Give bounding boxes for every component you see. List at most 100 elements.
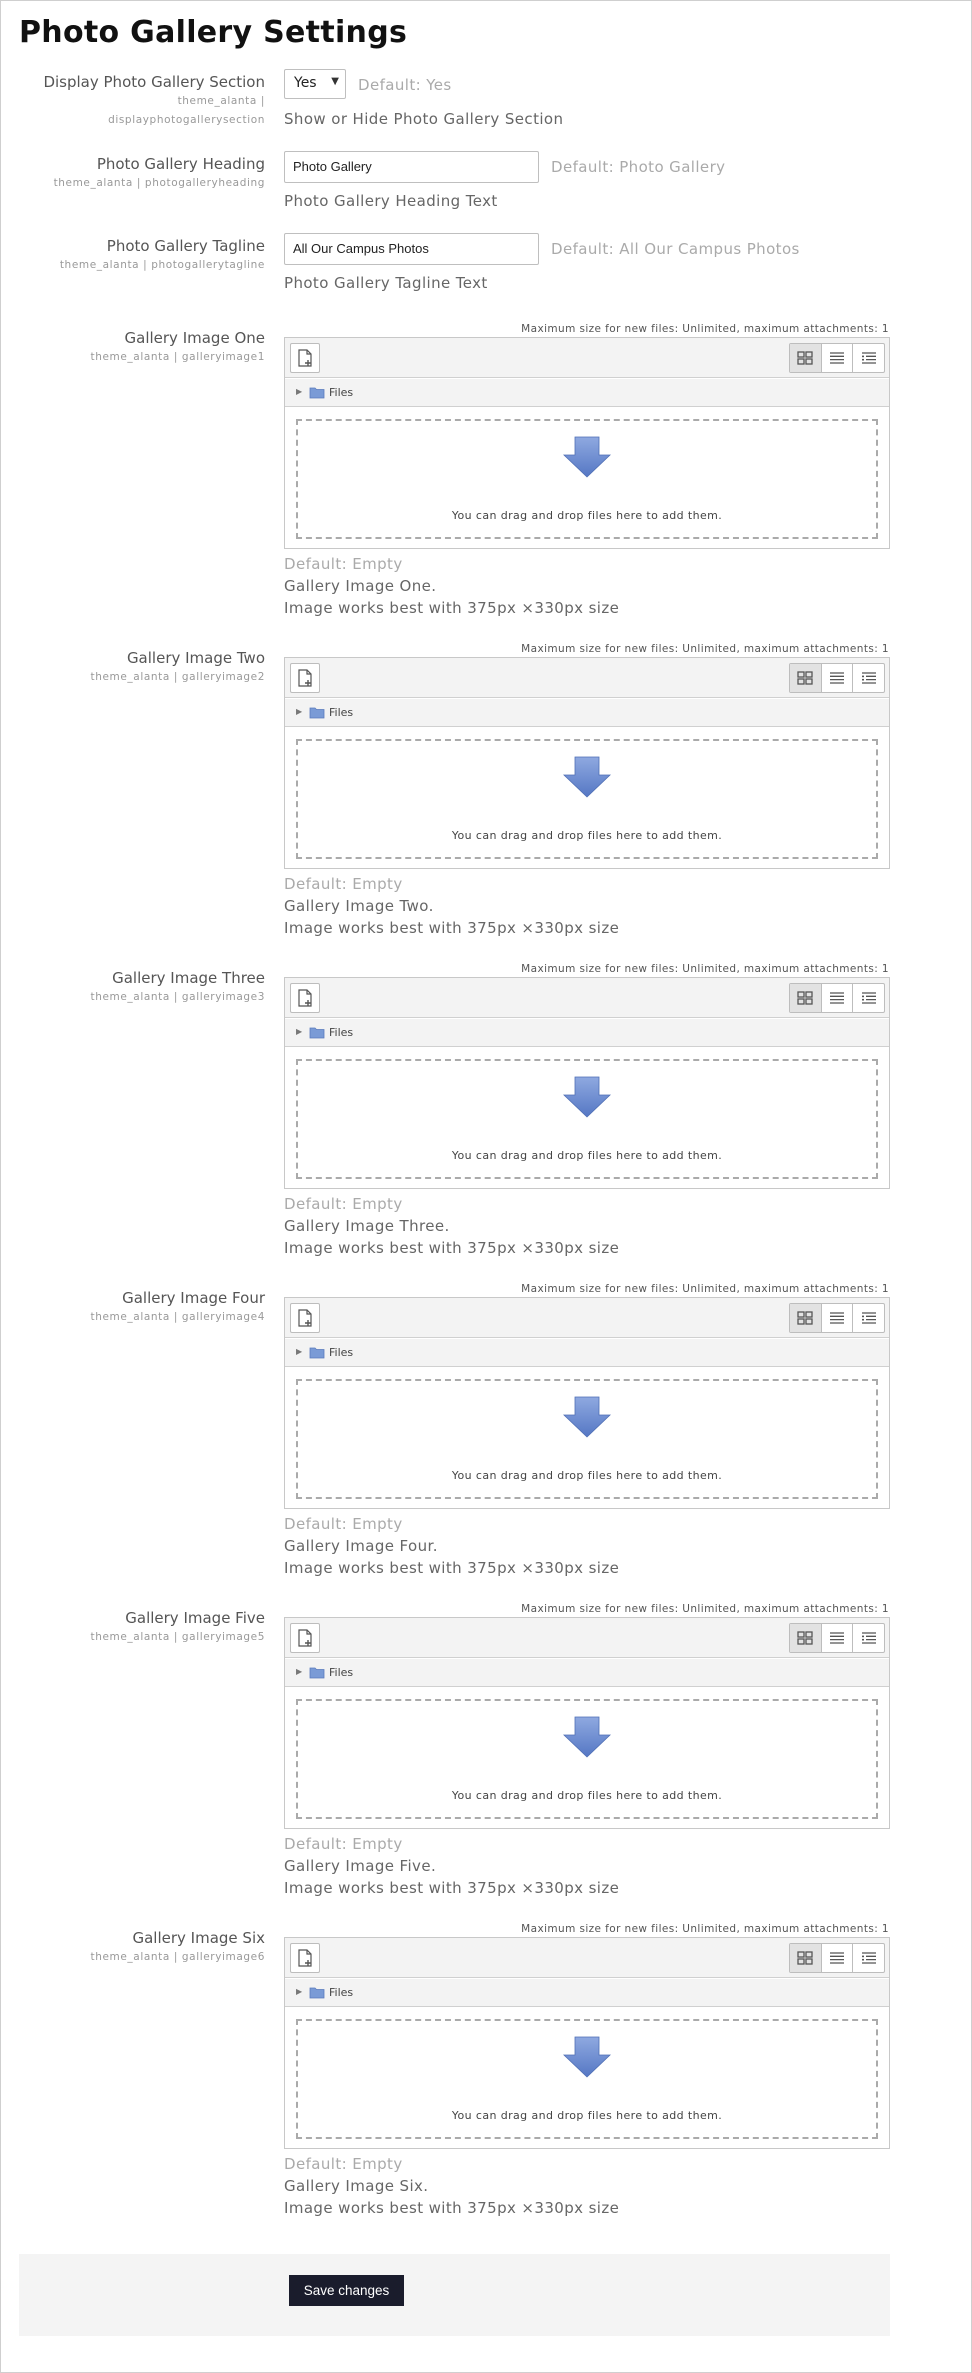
download-arrow-icon bbox=[563, 1396, 611, 1438]
file-picker: ▶ Files You can drag and drop files here… bbox=[284, 977, 890, 1189]
image-size-hint: Image works best with 375px ×330px size bbox=[284, 1559, 620, 1577]
grid-view-icon bbox=[797, 351, 813, 365]
list-view-icon bbox=[830, 992, 844, 1004]
grid-view-icon bbox=[797, 991, 813, 1005]
folder-icon bbox=[309, 1987, 325, 1999]
icon-view-button[interactable] bbox=[790, 984, 821, 1012]
folder-icon bbox=[309, 1027, 325, 1039]
list-view-button[interactable] bbox=[820, 984, 853, 1012]
settings-page: Photo Gallery Settings Display Photo Gal… bbox=[0, 0, 972, 2373]
drop-zone-text: You can drag and drop files here to add … bbox=[451, 1789, 723, 1802]
save-button[interactable]: Save changes bbox=[289, 2275, 404, 2306]
tree-view-button[interactable] bbox=[852, 1624, 884, 1652]
icon-view-button[interactable] bbox=[790, 1944, 821, 1972]
folder-name-link[interactable]: Files bbox=[329, 706, 353, 719]
setting-label: Gallery Image Three bbox=[112, 969, 265, 987]
expand-arrow-icon[interactable]: ▶ bbox=[296, 1667, 302, 1676]
add-file-button[interactable] bbox=[290, 343, 320, 373]
list-view-button[interactable] bbox=[820, 1944, 853, 1972]
setting-key-continued: displayphotogallerysection bbox=[108, 114, 265, 126]
folder-name-link[interactable]: Files bbox=[329, 386, 353, 399]
list-view-icon bbox=[830, 672, 844, 684]
setting-description: Gallery Image Four. bbox=[284, 1537, 438, 1555]
expand-arrow-icon[interactable]: ▶ bbox=[296, 1347, 302, 1356]
add-file-button[interactable] bbox=[290, 1303, 320, 1333]
add-file-button[interactable] bbox=[290, 1943, 320, 1973]
add-file-button[interactable] bbox=[290, 983, 320, 1013]
file-picker-toolbar bbox=[285, 1618, 889, 1658]
setting-label: Gallery Image Two bbox=[126, 649, 265, 667]
folder-name-link[interactable]: Files bbox=[329, 1026, 353, 1039]
setting-label: Photo Gallery Tagline bbox=[106, 237, 265, 255]
drop-zone[interactable]: You can drag and drop files here to add … bbox=[296, 1059, 878, 1179]
folder-icon bbox=[309, 1667, 325, 1679]
folder-name-link[interactable]: Files bbox=[329, 1346, 353, 1359]
setting-key: theme_alanta | galleryimage2 bbox=[90, 671, 265, 683]
view-mode-toggle bbox=[789, 1943, 885, 1973]
expand-arrow-icon[interactable]: ▶ bbox=[296, 707, 302, 716]
upload-limit-text: Maximum size for new files: Unlimited, m… bbox=[521, 1923, 889, 1935]
tagline-input[interactable]: All Our Campus Photos bbox=[284, 233, 539, 265]
drop-zone[interactable]: You can drag and drop files here to add … bbox=[296, 419, 878, 539]
tree-view-icon bbox=[861, 1632, 876, 1644]
folder-icon bbox=[309, 1347, 325, 1359]
list-view-button[interactable] bbox=[820, 664, 853, 692]
drop-zone[interactable]: You can drag and drop files here to add … bbox=[296, 1699, 878, 1819]
tree-view-button[interactable] bbox=[852, 1944, 884, 1972]
file-picker: ▶ Files You can drag and drop files here… bbox=[284, 1937, 890, 2149]
setting-label-group: Photo Gallery Tagline theme_alanta | pho… bbox=[1, 236, 265, 275]
file-picker-toolbar bbox=[285, 338, 889, 378]
list-view-icon bbox=[830, 1952, 844, 1964]
setting-description: Gallery Image Six. bbox=[284, 2177, 429, 2195]
download-arrow-icon bbox=[563, 1716, 611, 1758]
setting-label-group: Gallery Image Six theme_alanta | gallery… bbox=[1, 1928, 265, 1967]
default-value: Default: All Our Campus Photos bbox=[551, 240, 800, 258]
setting-label-group: Photo Gallery Heading theme_alanta | pho… bbox=[1, 154, 265, 193]
setting-label-group: Gallery Image Three theme_alanta | galle… bbox=[1, 968, 265, 1007]
icon-view-button[interactable] bbox=[790, 664, 821, 692]
grid-view-icon bbox=[797, 1951, 813, 1965]
download-arrow-icon bbox=[563, 436, 611, 478]
setting-key: theme_alanta | galleryimage4 bbox=[90, 1311, 265, 1323]
chevron-down-icon: ▼ bbox=[331, 76, 339, 87]
heading-input[interactable]: Photo Gallery bbox=[284, 151, 539, 183]
add-file-button[interactable] bbox=[290, 663, 320, 693]
drop-zone-text: You can drag and drop files here to add … bbox=[451, 1469, 723, 1482]
add-file-icon bbox=[298, 1949, 312, 1967]
folder-name-link[interactable]: Files bbox=[329, 1666, 353, 1679]
image-size-hint: Image works best with 375px ×330px size bbox=[284, 599, 620, 617]
form-footer: Save changes bbox=[19, 2254, 890, 2336]
list-view-icon bbox=[830, 352, 844, 364]
add-file-icon bbox=[298, 349, 312, 367]
tree-view-button[interactable] bbox=[852, 984, 884, 1012]
expand-arrow-icon[interactable]: ▶ bbox=[296, 387, 302, 396]
drop-zone[interactable]: You can drag and drop files here to add … bbox=[296, 1379, 878, 1499]
expand-arrow-icon[interactable]: ▶ bbox=[296, 1987, 302, 1996]
drop-zone[interactable]: You can drag and drop files here to add … bbox=[296, 739, 878, 859]
display-section-select[interactable]: Yes ▼ bbox=[284, 69, 346, 99]
icon-view-button[interactable] bbox=[790, 1304, 821, 1332]
setting-key: theme_alanta | galleryimage5 bbox=[90, 1631, 265, 1643]
list-view-button[interactable] bbox=[820, 1304, 853, 1332]
list-view-button[interactable] bbox=[820, 1624, 853, 1652]
setting-description: Gallery Image Five. bbox=[284, 1857, 437, 1875]
tree-view-button[interactable] bbox=[852, 1304, 884, 1332]
icon-view-button[interactable] bbox=[790, 344, 821, 372]
add-file-icon bbox=[298, 1629, 312, 1647]
setting-label: Gallery Image Six bbox=[132, 1929, 265, 1947]
setting-description: Show or Hide Photo Gallery Section bbox=[284, 110, 564, 128]
file-picker-toolbar bbox=[285, 1298, 889, 1338]
icon-view-button[interactable] bbox=[790, 1624, 821, 1652]
tree-view-icon bbox=[861, 1952, 876, 1964]
list-view-button[interactable] bbox=[820, 344, 853, 372]
expand-arrow-icon[interactable]: ▶ bbox=[296, 1027, 302, 1036]
folder-name-link[interactable]: Files bbox=[329, 1986, 353, 1999]
view-mode-toggle bbox=[789, 343, 885, 373]
image-size-hint: Image works best with 375px ×330px size bbox=[284, 919, 620, 937]
drop-zone[interactable]: You can drag and drop files here to add … bbox=[296, 2019, 878, 2139]
file-path-bar: ▶ Files bbox=[285, 1019, 889, 1047]
setting-label-group: Gallery Image Two theme_alanta | gallery… bbox=[1, 648, 265, 687]
tree-view-button[interactable] bbox=[852, 664, 884, 692]
tree-view-button[interactable] bbox=[852, 344, 884, 372]
add-file-button[interactable] bbox=[290, 1623, 320, 1653]
